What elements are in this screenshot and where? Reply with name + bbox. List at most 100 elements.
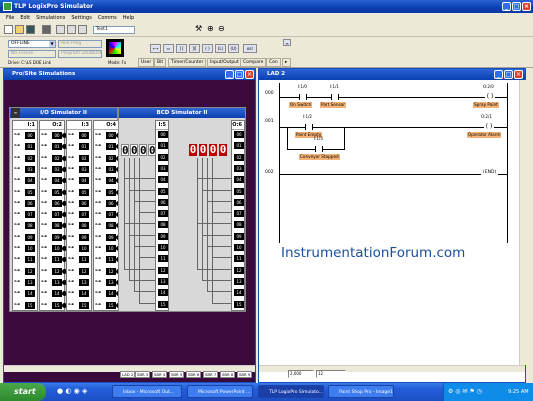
toggle-switch-icon[interactable]: ⊶ xyxy=(14,199,23,207)
toggle-switch-icon[interactable]: ⊶ xyxy=(95,211,104,218)
toggle-switch-icon[interactable]: ⊶ xyxy=(68,165,77,173)
toggle-switch-icon[interactable]: ⊶ xyxy=(95,256,104,263)
xic-icon[interactable]: ] [ xyxy=(176,44,187,53)
toggle-switch-icon[interactable]: ⊶ xyxy=(95,132,104,139)
toggle-switch-icon[interactable]: ⊶ xyxy=(68,132,77,139)
toggle-switch-icon[interactable]: ⊶ xyxy=(68,199,77,207)
toggle-switch-icon[interactable]: ⊶ xyxy=(14,132,23,139)
sim-minimize-button[interactable]: _ xyxy=(225,70,234,79)
toggle-switch-icon[interactable]: ⊶ xyxy=(95,245,104,252)
toggle-switch-icon[interactable]: ⊶ xyxy=(41,233,50,241)
toggle-switch-icon[interactable]: ⊶ xyxy=(41,256,50,263)
toggle-switch-icon[interactable]: ⊶ xyxy=(41,177,50,184)
mode-select[interactable]: OFFLINE ▼ xyxy=(8,40,56,48)
toggle-switch-icon[interactable]: ⊶ xyxy=(14,154,23,162)
toggle-switch-icon[interactable]: ⊶ xyxy=(41,278,50,286)
file-name-field[interactable]: Test1 xyxy=(93,26,135,34)
menu-file[interactable]: File xyxy=(6,15,14,21)
toggle-switch-icon[interactable]: ⊶ xyxy=(41,188,50,196)
open-folder-icon[interactable] xyxy=(15,25,24,34)
toggle-switch-icon[interactable]: ⊶ xyxy=(41,211,50,218)
tab-con[interactable]: Con xyxy=(266,58,281,67)
toggle-switch-icon[interactable]: ⊶ xyxy=(95,233,104,241)
sheet-tab[interactable]: SBR 8 xyxy=(220,371,236,378)
tab-compare[interactable]: Compare xyxy=(240,58,267,67)
toggle-switch-icon[interactable]: ⊶ xyxy=(95,143,104,150)
toggle-switch-icon[interactable]: ⊶ xyxy=(95,290,104,297)
xic-contact[interactable] xyxy=(299,94,307,100)
ladder-minimize-button[interactable]: _ xyxy=(494,70,503,79)
ladder-vertical-scrollbar[interactable] xyxy=(519,80,526,365)
toggle-switch-icon[interactable]: ⊶ xyxy=(95,267,104,275)
toggle-switch-icon[interactable]: ⊶ xyxy=(68,245,77,252)
paste-icon[interactable] xyxy=(78,25,87,34)
toggle-switch-icon[interactable]: ⊶ xyxy=(41,132,50,139)
toggle-switch-icon[interactable]: ⊶ xyxy=(68,211,77,218)
sheet-tab[interactable]: SBR 4 xyxy=(152,371,168,378)
toggle-switch-icon[interactable]: ⊶ xyxy=(68,267,77,275)
tab-user[interactable]: User xyxy=(138,58,155,67)
sim-close-button[interactable]: × xyxy=(245,70,254,79)
sheet-tab[interactable]: SBR 7 xyxy=(203,371,219,378)
task-paintshop[interactable]: Paint Shop Pro - Image1 xyxy=(328,385,394,398)
toggle-switch-icon[interactable]: ⊶ xyxy=(68,154,77,162)
otu-icon[interactable]: (U) xyxy=(228,44,239,53)
toggle-switch-icon[interactable]: ⊶ xyxy=(14,165,23,173)
zoom-out-icon[interactable]: ⊖ xyxy=(218,25,227,34)
task-powerpoint[interactable]: Microsoft PowerPoint ... xyxy=(187,385,253,398)
toggle-switch-icon[interactable]: ⊶ xyxy=(41,267,50,275)
bcd-thumbwheel-digit[interactable]: 0 xyxy=(139,144,147,157)
toggle-switch-icon[interactable]: ⊶ xyxy=(68,177,77,184)
menu-simulations[interactable]: Simulations xyxy=(36,15,65,21)
toggle-switch-icon[interactable]: ⊶ xyxy=(41,143,50,150)
xic-contact[interactable] xyxy=(331,94,339,100)
menu-comms[interactable]: Comms xyxy=(98,15,117,21)
toggle-switch-icon[interactable]: ⊶ xyxy=(95,154,104,162)
tab-timer-counter[interactable]: Timer/Counter xyxy=(168,58,207,67)
toggle-switch-icon[interactable]: ⊶ xyxy=(41,245,50,252)
toggle-switch-icon[interactable]: ⊶ xyxy=(95,199,104,207)
sheet-tab[interactable]: LAD 2 xyxy=(120,371,136,378)
xic-contact[interactable] xyxy=(315,146,323,152)
new-file-icon[interactable] xyxy=(4,25,13,34)
toggle-switch-icon[interactable]: ⊶ xyxy=(41,154,50,162)
sheet-tab[interactable]: SBR 9 xyxy=(237,371,253,378)
cut-icon[interactable] xyxy=(56,25,65,34)
toggle-switch-icon[interactable]: ⊶ xyxy=(68,278,77,286)
toggle-switch-icon[interactable]: ⊶ xyxy=(41,301,50,309)
toggle-switch-icon[interactable]: ⊶ xyxy=(14,267,23,275)
toggle-switch-icon[interactable]: ⊶ xyxy=(41,222,50,229)
toolbar-scroll-icon[interactable]: ≡ xyxy=(283,39,291,46)
xio-icon[interactable]: ]/[ xyxy=(189,44,200,53)
toggle-switch-icon[interactable]: ⊶ xyxy=(14,245,23,252)
toggle-switch-icon[interactable]: ⊶ xyxy=(41,199,50,207)
toggle-switch-icon[interactable]: ⊶ xyxy=(95,278,104,286)
bcd-thumbwheel-digit[interactable]: 0 xyxy=(148,144,156,157)
sheet-tab[interactable]: SBR 3 xyxy=(135,371,151,378)
tools-icon[interactable]: ⚒ xyxy=(195,25,204,34)
menu-help[interactable]: Help xyxy=(123,15,134,21)
copy-icon[interactable] xyxy=(67,25,76,34)
toggle-switch-icon[interactable]: ⊶ xyxy=(14,211,23,218)
toggle-switch-icon[interactable]: ⊶ xyxy=(95,301,104,309)
xic-contact[interactable] xyxy=(305,124,313,130)
branch-icon[interactable]: ▭ xyxy=(163,44,174,53)
toggle-switch-icon[interactable]: ⊶ xyxy=(14,256,23,263)
zoom-in-icon[interactable]: ⊕ xyxy=(207,25,216,34)
quick-launch-icons[interactable]: ● ◐ ◉ ◈ xyxy=(57,387,87,395)
otl-icon[interactable]: (L) xyxy=(215,44,226,53)
sheet-tab[interactable]: SBR 6 xyxy=(186,371,202,378)
tab-input-output[interactable]: Input/Output xyxy=(207,58,242,67)
close-button[interactable]: × xyxy=(522,2,531,11)
task-outlook[interactable]: Inbox - Microsoft Out... xyxy=(112,385,182,398)
toggle-switch-icon[interactable]: ⊶ xyxy=(95,177,104,184)
output-coil[interactable]: ( ) xyxy=(484,124,494,130)
maximize-button[interactable]: □ xyxy=(512,2,521,11)
sheet-tab[interactable]: SBR 5 xyxy=(169,371,185,378)
toggle-switch-icon[interactable]: ⊶ xyxy=(14,290,23,297)
task-logixpro[interactable]: TLP LogixPro Simulato... xyxy=(258,385,324,398)
toggle-switch-icon[interactable]: ⊶ xyxy=(68,290,77,297)
start-button[interactable]: start xyxy=(0,383,46,401)
toggle-switch-icon[interactable]: ⊶ xyxy=(95,188,104,196)
osr-icon[interactable]: osr xyxy=(243,44,257,53)
